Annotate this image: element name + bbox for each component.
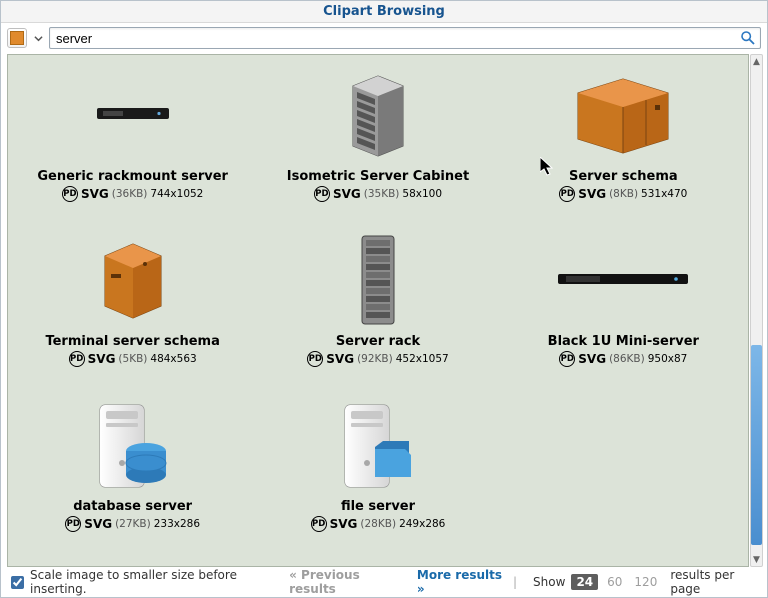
per-page-24[interactable]: 24: [571, 574, 598, 590]
clipart-thumbnail-icon: [97, 65, 169, 165]
item-filesize: (36KB): [112, 188, 148, 200]
item-dims: 58x100: [402, 188, 442, 200]
item-format: SVG: [330, 517, 358, 531]
window-title: Clipart Browsing: [1, 1, 767, 23]
separator: |: [513, 575, 517, 589]
item-title: Server rack: [336, 334, 420, 349]
license-badge-icon: PD: [65, 516, 81, 532]
license-badge-icon: PD: [314, 186, 330, 202]
clipart-thumbnail-icon: [558, 230, 688, 330]
clipart-thumbnail-icon: [345, 65, 411, 165]
scroll-down-icon[interactable]: ▼: [751, 553, 762, 566]
clipart-item[interactable]: Generic rackmount server PD SVG (36KB) 7…: [10, 59, 255, 224]
prev-results-link: « Previous results: [289, 568, 397, 596]
clipart-thumbnail-icon: [339, 395, 417, 495]
clipart-thumbnail-icon: [97, 230, 169, 330]
item-title: database server: [73, 499, 192, 514]
item-dims: 744x1052: [150, 188, 203, 200]
item-format: SVG: [84, 517, 112, 531]
footer-bar: Scale image to smaller size before inser…: [5, 569, 763, 595]
per-page-60[interactable]: 60: [607, 575, 622, 589]
category-icon: [10, 31, 24, 45]
item-format: SVG: [326, 352, 354, 366]
item-dims: 531x470: [641, 188, 687, 200]
scrollbar[interactable]: ▲ ▼: [750, 54, 763, 567]
item-filesize: (86KB): [609, 353, 645, 365]
item-filesize: (5KB): [118, 353, 147, 365]
item-filesize: (8KB): [609, 188, 638, 200]
clipart-item[interactable]: Black 1U Mini-server PD SVG (86KB) 950x8…: [501, 224, 746, 389]
license-badge-icon: PD: [307, 351, 323, 367]
item-meta: PD SVG (92KB) 452x1057: [307, 351, 448, 367]
item-title: Generic rackmount server: [37, 169, 228, 184]
item-format: SVG: [578, 187, 606, 201]
per-page-label: results per page: [670, 568, 757, 596]
clipart-thumbnail-icon: [358, 230, 398, 330]
item-dims: 233x286: [154, 518, 200, 530]
item-title: Isometric Server Cabinet: [287, 169, 469, 184]
item-filesize: (92KB): [357, 353, 393, 365]
item-format: SVG: [578, 352, 606, 366]
scale-checkbox[interactable]: [11, 576, 24, 589]
item-meta: PD SVG (8KB) 531x470: [559, 186, 687, 202]
item-title: Black 1U Mini-server: [548, 334, 699, 349]
license-badge-icon: PD: [69, 351, 85, 367]
clipart-thumbnail-icon: [94, 395, 172, 495]
item-format: SVG: [81, 187, 109, 201]
clipart-item[interactable]: file server PD SVG (28KB) 249x286: [255, 389, 500, 554]
license-badge-icon: PD: [311, 516, 327, 532]
scroll-up-icon[interactable]: ▲: [751, 55, 762, 68]
license-badge-icon: PD: [559, 351, 575, 367]
item-title: Server schema: [569, 169, 678, 184]
item-meta: PD SVG (36KB) 744x1052: [62, 186, 203, 202]
clipart-item[interactable]: Server schema PD SVG (8KB) 531x470: [501, 59, 746, 224]
item-title: Terminal server schema: [45, 334, 219, 349]
category-button[interactable]: [7, 28, 27, 48]
clipart-thumbnail-icon: [568, 65, 678, 165]
item-filesize: (27KB): [115, 518, 151, 530]
results-area: Generic rackmount server PD SVG (36KB) 7…: [7, 54, 749, 567]
license-badge-icon: PD: [62, 186, 78, 202]
item-dims: 484x563: [150, 353, 196, 365]
next-results-link[interactable]: More results »: [417, 568, 503, 596]
scrollbar-thumb[interactable]: [751, 345, 762, 545]
clipart-item[interactable]: database server PD SVG (27KB) 233x286: [10, 389, 255, 554]
item-filesize: (35KB): [364, 188, 400, 200]
clipart-item[interactable]: Isometric Server Cabinet PD SVG (35KB) 5…: [255, 59, 500, 224]
item-meta: PD SVG (35KB) 58x100: [314, 186, 442, 202]
item-meta: PD SVG (27KB) 233x286: [65, 516, 200, 532]
search-toolbar: [1, 23, 767, 53]
item-meta: PD SVG (5KB) 484x563: [69, 351, 197, 367]
item-dims: 950x87: [648, 353, 688, 365]
per-page-120[interactable]: 120: [634, 575, 657, 589]
item-dims: 452x1057: [396, 353, 449, 365]
clipart-item[interactable]: Server rack PD SVG (92KB) 452x1057: [255, 224, 500, 389]
clipart-item[interactable]: Terminal server schema PD SVG (5KB) 484x…: [10, 224, 255, 389]
license-badge-icon: PD: [559, 186, 575, 202]
search-input[interactable]: [49, 27, 761, 49]
item-format: SVG: [88, 352, 116, 366]
item-title: file server: [341, 499, 415, 514]
item-meta: PD SVG (86KB) 950x87: [559, 351, 687, 367]
scale-label: Scale image to smaller size before inser…: [30, 568, 267, 596]
item-dims: 249x286: [399, 518, 445, 530]
chevron-down-icon[interactable]: [31, 28, 45, 48]
item-filesize: (28KB): [360, 518, 396, 530]
show-label: Show: [533, 575, 565, 589]
item-meta: PD SVG (28KB) 249x286: [311, 516, 446, 532]
item-format: SVG: [333, 187, 361, 201]
